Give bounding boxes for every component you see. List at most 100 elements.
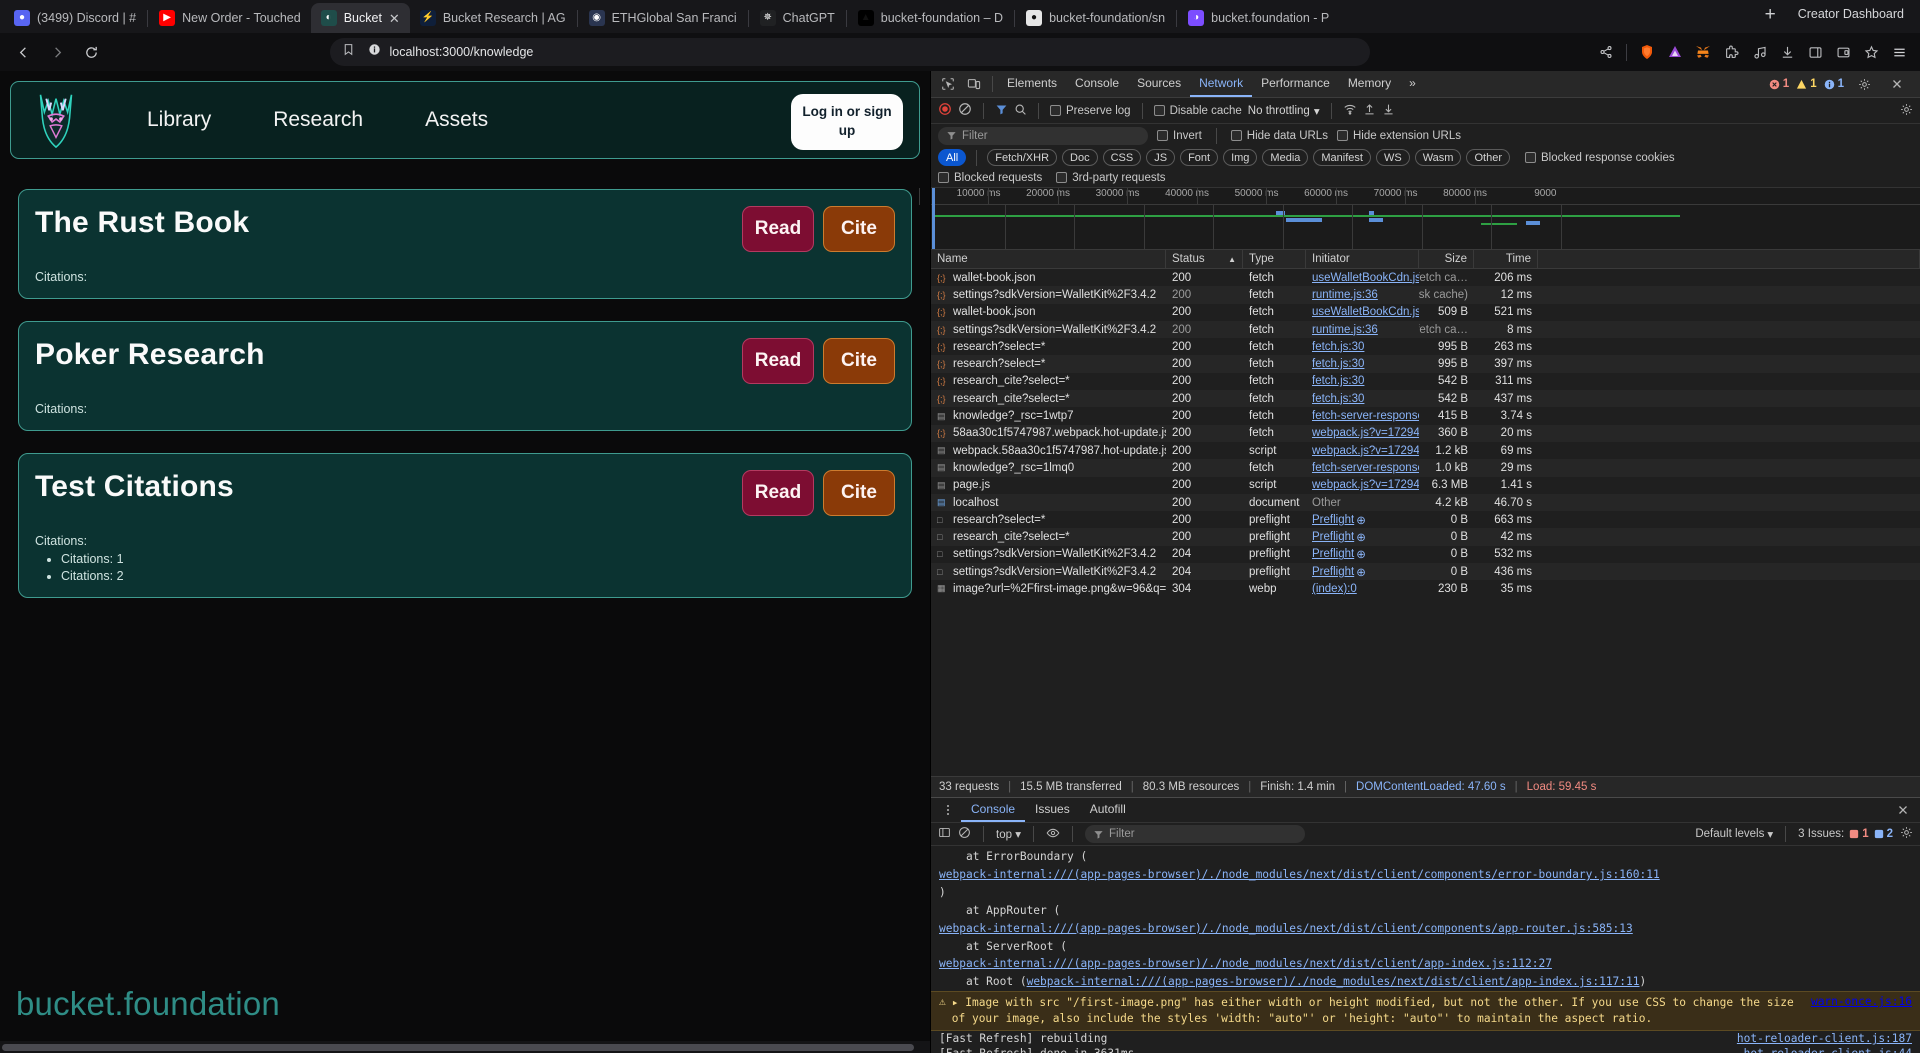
network-request-row[interactable]: ▤ knowledge?_rsc=1lmq0 200 fetch fetch-serve… — [931, 459, 1920, 477]
browser-tab[interactable]: ✵ ChatGPT — [750, 3, 845, 33]
devtools-settings-icon[interactable] — [1851, 73, 1877, 95]
network-request-row[interactable]: {;} settings?sdkVersion=WalletKit%2F3.4.2… — [931, 286, 1920, 304]
type-filter-doc[interactable]: Doc — [1062, 149, 1098, 166]
initiator-link[interactable]: webpack.js?v=17294397 — [1312, 427, 1419, 439]
network-request-row[interactable]: {;} research_cite?select=* 200 fetch fetch.j… — [931, 373, 1920, 390]
console-source-link[interactable]: webpack-internal:///(app-pages-browser)/… — [939, 957, 1552, 970]
initiator-link[interactable]: fetch-server-response.js — [1312, 462, 1419, 474]
network-request-row[interactable]: {;} research?select=* 200 fetch fetch.js:30 9… — [931, 355, 1920, 373]
console-source-link[interactable]: webpack-internal:///(app-pages-browser)/… — [1027, 975, 1640, 988]
invert-checkbox[interactable]: Invert — [1157, 130, 1202, 142]
browser-tab[interactable]: ⚡ Bucket Research | AG — [410, 3, 576, 33]
reader-icon[interactable] — [1830, 38, 1856, 66]
new-tab-button[interactable]: + — [1753, 4, 1788, 29]
search-icon[interactable] — [1014, 103, 1027, 119]
type-filter-media[interactable]: Media — [1262, 149, 1309, 166]
login-button[interactable]: Log in or sign up — [791, 94, 903, 150]
back-button[interactable] — [8, 38, 38, 66]
devtools-close-icon[interactable] — [1884, 73, 1910, 95]
console-levels-select[interactable]: Default levels ▾ — [1695, 827, 1773, 841]
blocked-response-cookies-checkbox[interactable]: Blocked response cookies — [1524, 152, 1675, 164]
type-filter-wasm[interactable]: Wasm — [1414, 149, 1462, 166]
info-count-badge[interactable]: 1 — [1824, 78, 1844, 90]
music-icon[interactable] — [1746, 38, 1772, 66]
devtools-tab-performance[interactable]: Performance — [1252, 71, 1339, 97]
device-toolbar-icon[interactable] — [961, 73, 987, 95]
console-context-select[interactable]: top ▾ — [996, 827, 1021, 841]
profile-label[interactable]: Creator Dashboard — [1788, 7, 1920, 27]
network-request-row[interactable]: {;} wallet-book.json 200 fetch useWalletBook… — [931, 269, 1920, 286]
metamask-icon[interactable] — [1690, 38, 1716, 66]
browser-tab[interactable]: ▶ New Order - Touched — [149, 3, 311, 33]
console-sidebar-icon[interactable] — [938, 826, 951, 842]
nav-link-assets[interactable]: Assets — [425, 108, 488, 132]
browser-tab[interactable]: ◉ ETHGlobal San Franci — [579, 3, 747, 33]
initiator-link[interactable]: fetch.js:30 — [1312, 358, 1364, 370]
type-filter-all[interactable]: All — [938, 149, 967, 166]
timeline-cursor[interactable] — [932, 188, 935, 249]
network-request-row[interactable]: ▦ image?url=%2Ffirst-image.png&w=96&q=75 3… — [931, 580, 1920, 597]
blocked-requests-checkbox[interactable]: Blocked requests — [938, 172, 1042, 184]
menu-icon[interactable] — [1886, 38, 1912, 66]
network-request-row[interactable]: {;} 58aa30c1f5747987.webpack.hot-update.j… — [931, 424, 1920, 442]
console-source-link[interactable]: webpack-internal:///(app-pages-browser)/… — [939, 922, 1633, 935]
console-source-link[interactable]: hot-reloader-client.js:44 — [1744, 1047, 1912, 1053]
initiator-link[interactable]: runtime.js:36 — [1312, 289, 1378, 301]
initiator-link[interactable]: Preflight — [1312, 548, 1354, 560]
devtools-tab-elements[interactable]: Elements — [998, 71, 1066, 97]
column-header-time[interactable]: Time — [1474, 250, 1538, 268]
triangle-icon[interactable] — [1662, 38, 1688, 66]
network-request-row[interactable]: ▤ localhost 200 document Other 4.2 kB 46.70 s — [931, 493, 1920, 512]
error-count-badge[interactable]: 1 — [1769, 78, 1789, 90]
read-button[interactable]: Read — [742, 470, 814, 516]
column-header-size[interactable]: Size — [1419, 250, 1474, 268]
initiator-link[interactable]: Preflight — [1312, 566, 1354, 578]
info-icon[interactable] — [368, 43, 381, 61]
column-header-name[interactable]: Name — [931, 250, 1166, 268]
column-header-initiator[interactable]: Initiator — [1306, 250, 1419, 268]
downloads-icon[interactable] — [1774, 38, 1800, 66]
initiator-link[interactable]: Preflight — [1312, 531, 1354, 543]
brave-shield-icon[interactable] — [1634, 38, 1660, 66]
cite-button[interactable]: Cite — [823, 206, 895, 252]
network-request-row[interactable]: ▤ page.js 200 script webpack.js?v=17294397 6.… — [931, 477, 1920, 494]
extensions-icon[interactable] — [1718, 38, 1744, 66]
read-button[interactable]: Read — [742, 206, 814, 252]
initiator-link[interactable]: webpack.js?v=17294397 — [1312, 479, 1419, 491]
console-eye-icon[interactable] — [1046, 826, 1060, 843]
read-button[interactable]: Read — [742, 338, 814, 384]
clear-icon[interactable] — [958, 102, 972, 119]
inspect-element-icon[interactable] — [935, 73, 961, 95]
network-request-row[interactable]: {;} research?select=* 200 fetch fetch.js:30 9… — [931, 338, 1920, 355]
type-filter-other[interactable]: Other — [1466, 149, 1510, 166]
forward-button[interactable] — [42, 38, 72, 66]
initiator-link[interactable]: useWalletBookCdn.js:33 — [1312, 272, 1419, 284]
console-source-link[interactable]: warn-once.js:16 — [1811, 995, 1912, 1027]
drawer-tab-autofill[interactable]: Autofill — [1080, 798, 1136, 822]
drawer-tab-console[interactable]: Console — [961, 798, 1026, 822]
devtools-tab-console[interactable]: Console — [1066, 71, 1128, 97]
network-request-row[interactable]: {;} research_cite?select=* 200 fetch fetch.j… — [931, 390, 1920, 408]
browser-tab[interactable]: ◐ Bucket ✕ — [310, 3, 410, 33]
type-filter-img[interactable]: Img — [1223, 149, 1258, 166]
nav-link-research[interactable]: Research — [273, 108, 363, 132]
column-header-waterfall[interactable] — [1538, 250, 1920, 268]
expand-arrow-icon[interactable]: ▸ — [952, 996, 965, 1009]
network-request-row[interactable]: ▤ webpack.58aa30c1f5747987.hot-update.js 2… — [931, 442, 1920, 459]
console-clear-icon[interactable] — [958, 826, 971, 842]
browser-tab[interactable]: ▲ bucket-foundation – D — [848, 3, 1013, 33]
type-filter-font[interactable]: Font — [1180, 149, 1219, 166]
address-bar[interactable]: localhost:3000/knowledge — [329, 38, 1370, 66]
type-filter-fetch-xhr[interactable]: Fetch/XHR — [987, 149, 1058, 166]
network-request-row[interactable]: ▤ knowledge?_rsc=1wtp7 200 fetch fetch-serve… — [931, 407, 1920, 424]
export-har-icon[interactable] — [1382, 103, 1395, 119]
type-filter-css[interactable]: CSS — [1102, 149, 1142, 166]
disable-cache-checkbox[interactable]: Disable cache — [1153, 105, 1242, 117]
devtools-tab-network[interactable]: Network — [1190, 71, 1253, 97]
network-timeline-overview[interactable]: 10000 ms 20000 ms 30000 ms 40000 ms 50000 ms… — [918, 188, 1920, 250]
bookmark-icon[interactable] — [342, 43, 355, 61]
network-request-row[interactable]: □ research?select=* 200 preflight Preflight ⊕… — [931, 511, 1920, 528]
sidebar-icon[interactable] — [1802, 38, 1828, 66]
initiator-link[interactable]: webpack.js?v=17294397 — [1312, 445, 1419, 457]
cite-button[interactable]: Cite — [823, 338, 895, 384]
